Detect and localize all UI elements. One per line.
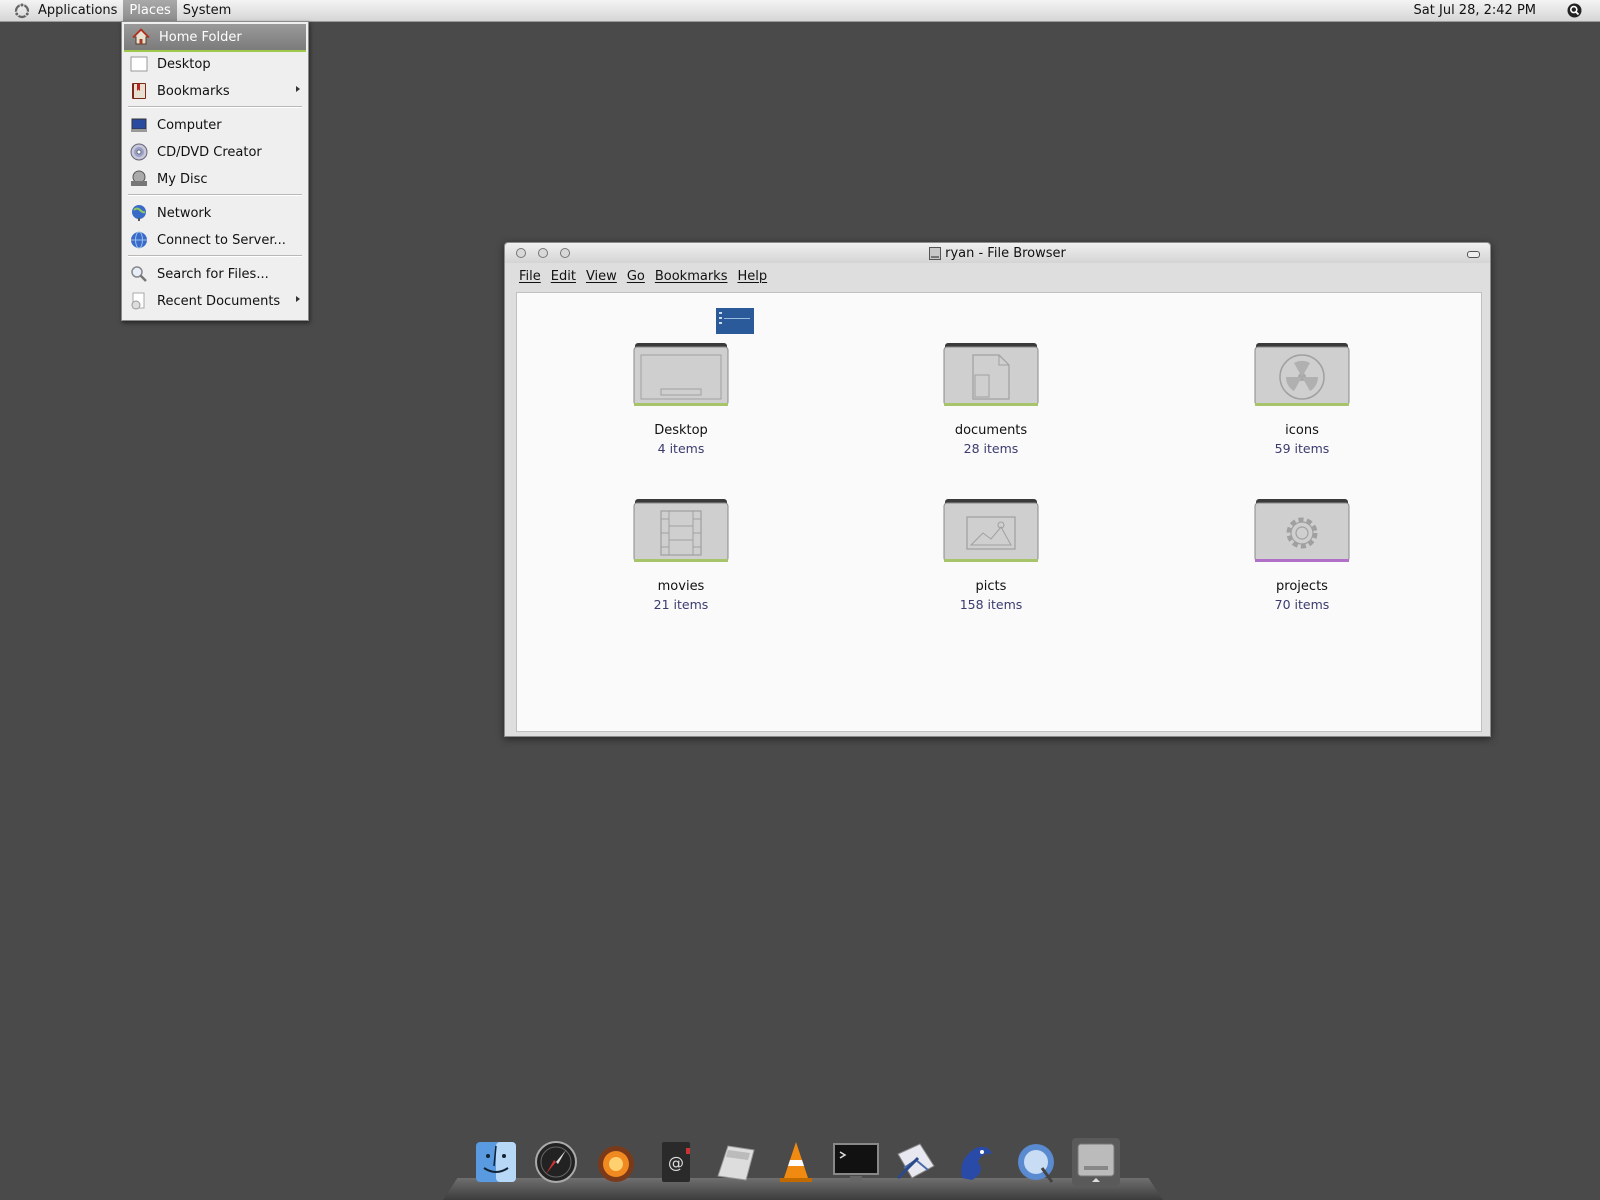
recent-documents-icon (131, 292, 145, 310)
bookmarks-icon (132, 83, 146, 99)
folder-documents[interactable]: documents 28 items (911, 341, 1071, 456)
gear-emblem-icon (1254, 499, 1350, 562)
folder-name: icons (1285, 423, 1319, 438)
folder-picts[interactable]: picts 158 items (911, 497, 1071, 612)
folder-item-count: 28 items (963, 441, 1019, 456)
picture-emblem-icon (943, 499, 1039, 562)
menu-item-network[interactable]: Network (122, 200, 308, 226)
radiation-emblem-icon (1254, 343, 1350, 406)
mail-icon[interactable] (892, 1138, 940, 1186)
computer-icon (131, 118, 147, 132)
calculator-icon[interactable] (712, 1138, 760, 1186)
folder-icons[interactable]: icons 59 items (1222, 341, 1382, 456)
folder-name: Desktop (654, 423, 708, 438)
folder-name: projects (1276, 579, 1328, 594)
window-titlebar[interactable]: ryan - File Browser (505, 243, 1490, 263)
clock[interactable]: Sat Jul 28, 2:42 PM (1414, 0, 1536, 21)
menu-separator (128, 255, 302, 257)
document-emblem-icon (943, 343, 1039, 406)
dolphin-icon[interactable] (952, 1138, 1000, 1186)
folder-item-count: 21 items (653, 597, 709, 612)
menu-edit[interactable]: Edit (551, 269, 576, 284)
window-menubar: File Edit View Go Bookmarks Help (505, 264, 1490, 288)
disc-icon (131, 170, 147, 186)
finder-icon[interactable] (472, 1138, 520, 1186)
file-icon-view[interactable]: Desktop 4 items documents 28 items icons… (516, 292, 1482, 732)
applications-menu[interactable]: Applications (32, 0, 123, 21)
globe-icon (131, 231, 147, 249)
folder-projects[interactable]: projects 70 items (1222, 497, 1382, 612)
desktop-preview-icon (716, 308, 754, 334)
menu-separator (128, 194, 302, 196)
menu-file[interactable]: File (519, 269, 541, 284)
film-emblem-icon (633, 499, 729, 562)
top-panel: Applications Places System Sat Jul 28, 2… (0, 0, 1600, 22)
dock: @ (472, 1138, 1132, 1186)
file-browser-window: ryan - File Browser File Edit View Go Bo… (504, 242, 1491, 737)
address-book-icon[interactable]: @ (652, 1138, 700, 1186)
menu-item-computer[interactable]: Computer (122, 112, 308, 138)
menu-separator (128, 106, 302, 108)
desktop-icon (130, 56, 148, 72)
menu-item-my-disc[interactable]: My Disc (122, 166, 308, 192)
folder-item-count: 158 items (959, 597, 1023, 612)
menu-item-desktop[interactable]: Desktop (122, 51, 308, 77)
menu-item-search-for-files[interactable]: Search for Files... (122, 261, 308, 287)
desktop-emblem-icon (633, 343, 729, 406)
menu-go[interactable]: Go (627, 269, 645, 284)
menu-item-bookmarks[interactable]: Bookmarks (122, 78, 308, 104)
menu-item-connect-to-server[interactable]: Connect to Server... (122, 227, 308, 253)
folder-desktop[interactable]: Desktop 4 items (601, 341, 761, 456)
folder-item-count: 59 items (1274, 441, 1330, 456)
panel-search-icon[interactable] (1567, 3, 1582, 18)
menu-item-home-folder[interactable]: Home Folder (124, 24, 306, 52)
thunderbird-icon[interactable] (1012, 1138, 1060, 1186)
folder-name: movies (657, 579, 705, 594)
folder-item-count: 70 items (1274, 597, 1330, 612)
compass-icon[interactable] (532, 1138, 580, 1186)
ubuntu-logo-icon[interactable] (14, 2, 30, 19)
places-dropdown: Home Folder Desktop Bookmarks Computer C… (121, 21, 309, 321)
menu-view[interactable]: View (586, 269, 617, 284)
folder-name: documents (954, 423, 1028, 438)
firefox-icon[interactable] (592, 1138, 640, 1186)
menu-help[interactable]: Help (737, 269, 767, 284)
cd-icon (130, 143, 148, 161)
folder-name: picts (975, 579, 1007, 594)
search-icon (131, 266, 147, 282)
submenu-arrow-icon (296, 296, 300, 302)
menu-item-recent-documents[interactable]: Recent Documents (122, 288, 308, 314)
folder-movies[interactable]: movies 21 items (601, 497, 761, 612)
folder-item-count: 4 items (657, 441, 705, 456)
submenu-arrow-icon (296, 86, 300, 92)
drive-icon (929, 246, 942, 260)
network-icon (132, 205, 146, 221)
svg-text:@: @ (668, 1153, 684, 1172)
menu-bookmarks[interactable]: Bookmarks (655, 269, 728, 284)
terminal-icon[interactable] (832, 1138, 880, 1186)
window-title: ryan - File Browser (945, 245, 1066, 261)
shade-button[interactable] (1467, 251, 1480, 258)
home-icon (132, 28, 150, 45)
vlc-cone-icon[interactable] (772, 1138, 820, 1186)
hard-drive-icon[interactable] (1072, 1138, 1120, 1186)
system-menu[interactable]: System (177, 0, 237, 21)
places-menu[interactable]: Places (123, 0, 177, 21)
menu-item-cd-dvd-creator[interactable]: CD/DVD Creator (122, 139, 308, 165)
